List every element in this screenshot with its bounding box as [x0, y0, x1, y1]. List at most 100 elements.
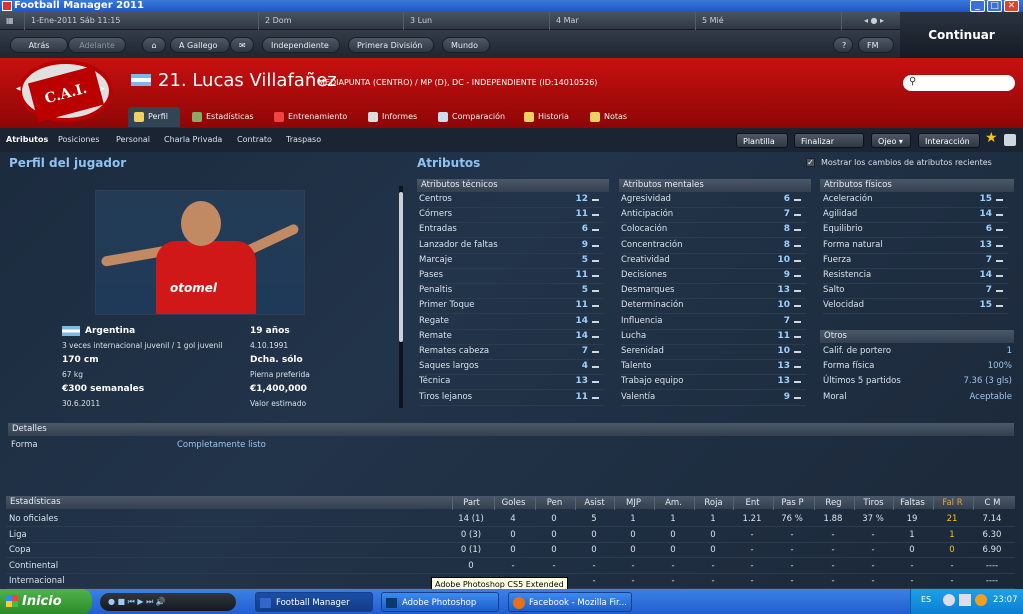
back-button[interactable]: Atrás: [10, 37, 68, 53]
attribute-trend-icon: [996, 305, 1003, 308]
stats-column-header[interactable]: Pas P: [773, 497, 811, 510]
stats-cell: -: [631, 576, 635, 587]
calendar-arrows-icon[interactable]: ◂ ● ▸: [841, 12, 900, 30]
show-changes-checkbox[interactable]: ✓: [806, 158, 815, 167]
manager-menu[interactable]: A Gallego ▾: [170, 37, 230, 66]
stats-cell: 1.88: [823, 514, 843, 524]
tab-notas[interactable]: Notas: [584, 107, 634, 127]
stats-column-header[interactable]: Fal R: [933, 497, 971, 510]
media-player-controls[interactable]: ● ■ ⏮ ▶ ⏭ 🔊: [100, 593, 236, 611]
plantilla-menu[interactable]: Plantilla ▾: [736, 133, 788, 161]
attribute-value: 13: [777, 361, 790, 372]
start-button[interactable]: Inicio: [0, 589, 92, 614]
language-indicator[interactable]: ES: [921, 595, 931, 604]
attribute-name: Valentía: [621, 391, 656, 402]
tab-perfil[interactable]: Perfil: [128, 107, 180, 127]
star-icon[interactable]: ★: [985, 130, 998, 146]
stats-column-header[interactable]: Faltas: [893, 497, 931, 510]
stats-cell: -: [671, 560, 675, 571]
tray-network-icon[interactable]: [943, 594, 955, 606]
tab-informes[interactable]: Informes: [362, 107, 426, 127]
stats-column-header[interactable]: Goles: [494, 497, 532, 510]
stats-column-header[interactable]: Ent: [733, 497, 771, 510]
interaccion-menu-label: Interacción: [925, 137, 970, 146]
stats-cell: -: [871, 576, 875, 587]
stats-cell: 5: [591, 514, 597, 524]
profile-title: Perfil del jugador: [9, 156, 127, 170]
home-icon[interactable]: ⌂: [142, 37, 166, 53]
stats-column-header[interactable]: Reg: [814, 497, 852, 510]
stats-column-header[interactable]: Asist: [575, 497, 613, 510]
task-firefox[interactable]: Facebook - Mozilla Fir...: [508, 592, 632, 612]
subnav-charla-privada[interactable]: Charla Privada: [164, 135, 222, 144]
calendar-icon[interactable]: ▦: [0, 12, 18, 30]
stats-cell: 0: [510, 545, 516, 556]
inbox-icon[interactable]: ✉: [230, 37, 254, 53]
attribute-name: Trabajo equipo: [621, 376, 684, 387]
day-2[interactable]: 2 Dom: [258, 12, 403, 30]
tab-estadisticas[interactable]: Estadísticas: [186, 107, 262, 127]
tab-historia[interactable]: Historia: [518, 107, 578, 127]
stats-cell: 0: [510, 529, 516, 540]
player-name: 21. Lucas Villafañez: [158, 70, 337, 91]
help-icon[interactable]: ?: [833, 37, 853, 53]
fm-menu[interactable]: FM ▾: [858, 37, 894, 66]
stats-column-header[interactable]: MJP: [614, 497, 652, 510]
prev-player-icon[interactable]: ◂: [16, 84, 21, 94]
tray-volume-icon[interactable]: [959, 594, 971, 606]
interaccion-menu[interactable]: Interacción ▾: [918, 133, 980, 161]
stats-column-header[interactable]: Part: [452, 497, 490, 510]
day-4[interactable]: 4 Mar: [549, 12, 695, 30]
task-football-manager[interactable]: Football Manager 2011: [255, 592, 373, 612]
stats-title: Estadísticas: [10, 497, 61, 507]
stats-column-header[interactable]: Roja: [694, 497, 732, 510]
tab-entrenamiento[interactable]: Entrenamiento: [268, 107, 356, 127]
stats-icon: [192, 112, 202, 122]
league-menu[interactable]: Primera División ▾: [348, 37, 434, 66]
world-menu[interactable]: Mundo ▾: [442, 37, 490, 66]
nationality-flag-icon: [62, 326, 80, 336]
notes-pad-icon[interactable]: [1004, 134, 1016, 146]
club-crest-text: C.A.I.: [27, 65, 105, 123]
attributes-scrollbar-thumb[interactable]: [399, 192, 403, 342]
stats-column-header[interactable]: Pen: [535, 497, 573, 510]
subnav-atributos[interactable]: Atributos: [6, 135, 48, 144]
continue-button[interactable]: Continuar: [900, 12, 1023, 58]
minimize-button[interactable]: _: [970, 0, 985, 12]
search-input[interactable]: ⚲: [903, 75, 1015, 91]
stats-cell: 37 %: [862, 514, 884, 524]
stats-cell: 0 (3): [460, 529, 482, 540]
subnav-personal[interactable]: Personal: [116, 135, 150, 144]
sub-navigation: Atributos Posiciones Personal Charla Pri…: [0, 128, 1023, 152]
attribute-trend-icon: [794, 335, 801, 338]
stats-column-header[interactable]: C M: [973, 497, 1011, 510]
next-player-icon[interactable]: ▸: [100, 84, 105, 94]
shirt-sponsor: otomel: [170, 281, 217, 295]
attribute-name: Anticipación: [621, 209, 674, 220]
tray-update-icon[interactable]: [975, 594, 987, 606]
stats-column-header[interactable]: Tiros: [854, 497, 892, 510]
attribute-value: 13: [777, 285, 790, 296]
maximize-button[interactable]: □: [987, 0, 1002, 12]
tab-comparacion[interactable]: Comparación: [432, 107, 512, 127]
stats-column-header[interactable]: Am.: [654, 497, 692, 510]
subnav-traspaso[interactable]: Traspaso: [286, 135, 321, 144]
history-icon: [524, 112, 534, 122]
close-button[interactable]: ✕: [1004, 0, 1019, 12]
subnav-contrato[interactable]: Contrato: [237, 135, 272, 144]
stats-cell: -: [750, 560, 754, 571]
subnav-posiciones[interactable]: Posiciones: [58, 135, 100, 144]
forward-button[interactable]: Adelante: [68, 37, 126, 53]
day-3[interactable]: 3 Lun: [403, 12, 549, 30]
task-photoshop[interactable]: Adobe Photoshop CS...: [381, 592, 499, 612]
attribute-value: 5: [581, 254, 588, 265]
club-menu[interactable]: Independiente ▾: [262, 37, 340, 66]
stats-cell: -: [711, 560, 715, 571]
ojeo-menu[interactable]: Ojeo ▾: [871, 133, 911, 148]
day-5[interactable]: 5 Mié: [695, 12, 841, 30]
attribute-trend-icon: [794, 275, 801, 277]
attribute-name: Colocación: [621, 224, 668, 235]
finalizar-cesion-button[interactable]: Finalizar cesión: [794, 133, 864, 161]
stats-row-name: Copa: [9, 545, 31, 556]
stats-cell: -: [790, 560, 794, 571]
